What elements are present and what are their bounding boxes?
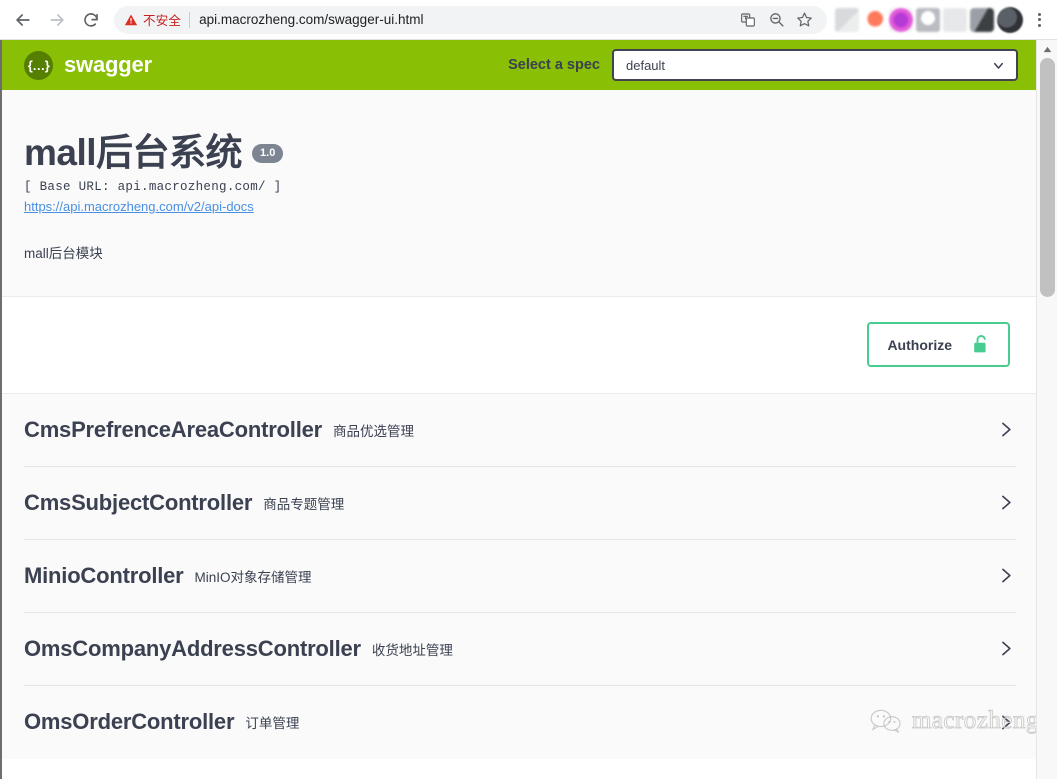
profile-avatar-icon[interactable]	[997, 6, 1023, 33]
extension-icon[interactable]	[916, 7, 940, 32]
address-bar[interactable]: 不安全 api.macrozheng.com/swagger-ui.html	[114, 5, 827, 34]
spec-select[interactable]: default	[612, 49, 1018, 81]
chevron-right-icon[interactable]	[995, 419, 1016, 440]
controller-name: OmsCompanyAddressController	[24, 635, 361, 661]
base-url-text: [ Base URL: api.macrozheng.com/ ]	[24, 179, 282, 194]
controller-row-oms-order[interactable]: OmsOrderController 订单管理	[24, 686, 1016, 759]
controller-name: OmsOrderController	[24, 709, 235, 735]
chevron-right-icon[interactable]	[995, 565, 1016, 586]
swagger-ui-page: {…} swagger Select a spec default mall后台…	[2, 40, 1038, 779]
warning-triangle-icon	[124, 13, 138, 25]
api-description: mall后台模块	[24, 245, 103, 261]
api-title-row: mall后台系统 1.0	[24, 132, 1016, 173]
extension-icon[interactable]	[862, 7, 886, 32]
version-badge: 1.0	[252, 144, 284, 164]
controller-list: CmsPrefrenceAreaController 商品优选管理 CmsSub…	[2, 393, 1038, 759]
page-scrollbar[interactable]	[1036, 40, 1057, 779]
zoom-out-icon	[769, 13, 784, 27]
forward-button[interactable]	[40, 3, 74, 37]
controller-row-oms-company-address[interactable]: OmsCompanyAddressController 收货地址管理	[24, 613, 1016, 686]
chevron-right-icon[interactable]	[995, 638, 1016, 659]
back-button[interactable]	[6, 3, 40, 37]
authorize-button-label: Authorize	[887, 336, 952, 353]
scroll-up-arrow-icon	[1043, 46, 1052, 52]
security-indicator[interactable]: 不安全	[124, 10, 189, 29]
translate-button[interactable]	[735, 7, 761, 33]
controller-row-minio[interactable]: MinioController MinIO对象存储管理	[24, 540, 1016, 613]
authorize-band: Authorize	[2, 296, 1038, 394]
extension-icon[interactable]	[835, 7, 859, 32]
swagger-brand-text: swagger	[64, 52, 152, 77]
spec-selector-area: Select a spec default	[508, 49, 1018, 81]
extension-icon[interactable]	[943, 7, 967, 32]
controller-name: CmsPrefrenceAreaController	[24, 416, 323, 442]
translate-icon	[741, 12, 755, 27]
select-spec-label: Select a spec	[508, 57, 600, 73]
controller-name: MinioController	[24, 562, 184, 588]
back-arrow-icon	[16, 13, 30, 26]
controller-row-cms-subject[interactable]: CmsSubjectController 商品专题管理	[24, 467, 1016, 540]
chevron-right-icon[interactable]	[995, 712, 1016, 733]
swagger-logo[interactable]: {…} swagger	[24, 50, 152, 80]
api-docs-link[interactable]: https://api.macrozheng.com/v2/api-docs	[24, 199, 254, 214]
forward-arrow-icon	[50, 13, 64, 26]
swagger-brace-icon: {…}	[24, 50, 53, 80]
authorize-button[interactable]: Authorize	[867, 322, 1010, 368]
controller-description: 商品优选管理	[333, 423, 415, 439]
page-viewport: {…} swagger Select a spec default mall后台…	[0, 40, 1057, 779]
unlocked-padlock-icon	[974, 335, 986, 353]
controller-name: CmsSubjectController	[24, 489, 253, 515]
controller-description: 收货地址管理	[371, 642, 453, 658]
security-label: 不安全	[143, 14, 182, 28]
controller-description: 商品专题管理	[263, 496, 345, 512]
spec-select-value: default	[626, 57, 666, 73]
navigation-buttons	[0, 3, 108, 37]
chevron-right-icon[interactable]	[995, 492, 1016, 513]
extension-icon[interactable]	[889, 7, 913, 32]
url-text: api.macrozheng.com/swagger-ui.html	[199, 12, 424, 27]
swagger-topbar: {…} swagger Select a spec default	[2, 40, 1038, 90]
browser-menu-button[interactable]	[1025, 5, 1053, 35]
omnibox-actions	[735, 7, 817, 33]
page-title: mall后台系统	[24, 132, 243, 173]
reload-button[interactable]	[74, 3, 108, 37]
browser-toolbar: 不安全 api.macrozheng.com/swagger-ui.html	[0, 0, 1057, 40]
star-icon	[796, 12, 812, 27]
scroll-up-button[interactable]	[1037, 40, 1057, 58]
extension-icons	[835, 6, 1025, 33]
scrollbar-thumb[interactable]	[1040, 58, 1055, 297]
bookmark-button[interactable]	[791, 7, 817, 33]
reload-icon	[84, 12, 98, 27]
zoom-out-button[interactable]	[763, 7, 789, 33]
omnibox-divider	[189, 11, 191, 28]
controller-description: MinIO对象存储管理	[194, 569, 312, 585]
chevron-down-icon	[994, 62, 1003, 69]
controller-row-cms-prefrence-area[interactable]: CmsPrefrenceAreaController 商品优选管理	[24, 394, 1016, 467]
three-dot-menu-icon	[1037, 12, 1041, 16]
controller-description: 订单管理	[245, 716, 300, 732]
api-info-block: mall后台系统 1.0 [ Base URL: api.macrozheng.…	[2, 90, 1038, 297]
extension-icon[interactable]	[970, 7, 994, 32]
